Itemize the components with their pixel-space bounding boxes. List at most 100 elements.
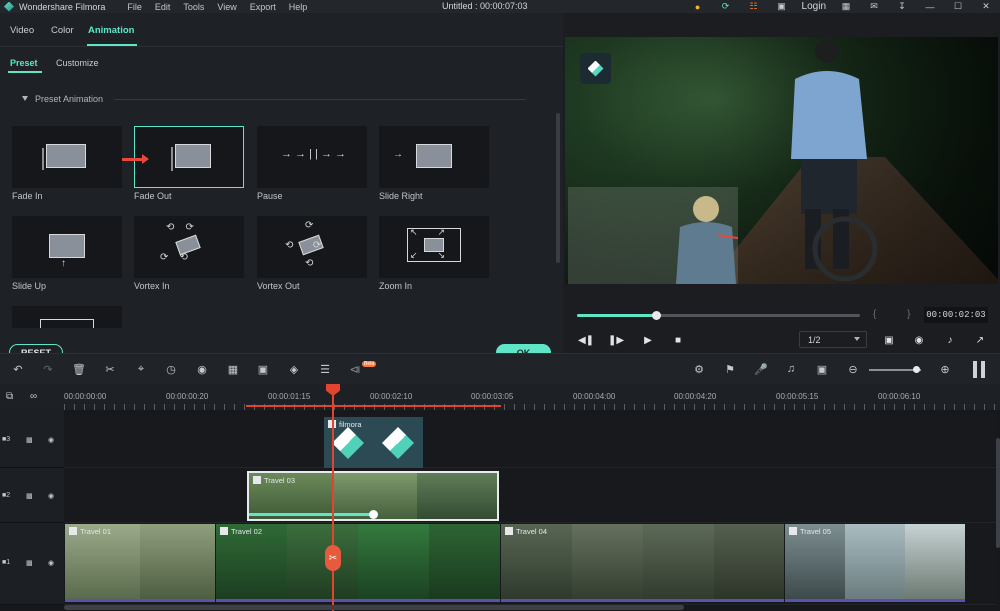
eye-icon[interactable]: ◉ <box>48 559 54 567</box>
fade-out-preview-icon <box>175 144 211 168</box>
split-scissors-icon[interactable]: ✂ <box>325 545 341 571</box>
audio-mixer-icon[interactable]: ♫ <box>784 362 798 376</box>
preset-vortex-in[interactable]: ⟲ ⟳ ⟳ ⟲ <box>134 216 244 278</box>
gift-icon[interactable]: ▣ <box>776 1 788 12</box>
stop-icon[interactable]: ■ <box>671 333 685 347</box>
download-icon[interactable]: ↧ <box>896 1 908 12</box>
preset-slide-up[interactable]: ↑ <box>12 216 122 278</box>
stabilize-icon[interactable]: ▣ <box>256 362 270 376</box>
clip-frame <box>572 524 643 599</box>
audio-ducking-icon[interactable]: ⧏ <box>348 362 362 376</box>
preset-vortex-out[interactable]: ⟳ ⟲ ⟳ ⟲ <box>257 216 367 278</box>
speed-icon[interactable]: ◷ <box>164 362 178 376</box>
adjust-icon[interactable]: ☰ <box>318 362 332 376</box>
menu-file[interactable]: File <box>127 2 142 12</box>
zoom-out-icon[interactable]: ⊖ <box>846 362 860 376</box>
crop-icon[interactable]: ⌖ <box>134 362 148 376</box>
mark-in-out-icon[interactable]: { } <box>873 309 924 320</box>
preset-zoom-in[interactable]: ↖ ↗ ↙ ↘ <box>379 216 489 278</box>
preset-section-header[interactable]: Preset Animation <box>22 94 103 104</box>
preview-video[interactable] <box>565 37 998 284</box>
clip-frame <box>358 524 429 599</box>
preset-pause[interactable]: → → | | → → <box>257 126 367 188</box>
subtab-preset[interactable]: Preset <box>10 58 38 68</box>
microphone-icon[interactable]: 🎤 <box>754 362 768 376</box>
save-icon[interactable]: ▦ <box>840 1 852 12</box>
main-clip-travel-02[interactable]: Travel 02 <box>216 524 500 602</box>
pause-preview-icon: → → | | → → <box>281 148 346 160</box>
volume-icon[interactable]: ♪ <box>943 333 957 347</box>
login-button[interactable]: Login <box>802 1 826 12</box>
eye-icon[interactable]: ◉ <box>48 492 54 500</box>
menu-edit[interactable]: Edit <box>155 2 171 12</box>
preset-scrollbar[interactable] <box>556 113 560 263</box>
step-back-icon[interactable]: ◀❚ <box>578 333 594 347</box>
lock-icon[interactable]: ▩ <box>26 436 33 444</box>
main-clip-travel-05[interactable]: Travel 05 <box>785 524 965 602</box>
step-forward-icon[interactable]: ❚▶ <box>608 333 624 347</box>
keyframe-handle[interactable] <box>369 510 378 519</box>
minimize-icon[interactable]: — <box>924 2 936 12</box>
main-clip-travel-04[interactable]: Travel 04 <box>501 524 784 602</box>
vortex-out-arrow-icon: ⟳ <box>305 220 314 231</box>
preset-fade-out[interactable] <box>134 126 244 188</box>
lock-icon[interactable]: ▩ <box>26 559 33 567</box>
cut-icon[interactable]: ✂ <box>103 362 117 376</box>
menu-view[interactable]: View <box>217 2 236 12</box>
mail-icon[interactable]: ✉ <box>868 1 880 12</box>
tab-color[interactable]: Color <box>51 25 74 36</box>
timeline-pause-icon[interactable] <box>973 361 985 378</box>
render-preview-icon[interactable]: ▣ <box>882 333 896 347</box>
snapshot-icon[interactable]: ◉ <box>912 333 926 347</box>
fade-out-overlay-clip[interactable] <box>568 187 784 284</box>
eye-icon[interactable]: ◉ <box>48 436 54 444</box>
menu-export[interactable]: Export <box>250 2 276 12</box>
clip-frame <box>287 524 358 599</box>
color-icon[interactable]: ◉ <box>195 362 209 376</box>
track-3-icon: ■3 <box>2 436 11 443</box>
zoom-in-icon[interactable]: ⊕ <box>938 362 952 376</box>
lightbulb-icon[interactable]: ● <box>692 2 704 12</box>
menu-tools[interactable]: Tools <box>183 2 204 12</box>
fullscreen-icon[interactable]: ↗ <box>973 333 987 347</box>
redo-icon[interactable]: ↷ <box>41 362 55 376</box>
close-icon[interactable]: ✕ <box>980 1 992 12</box>
refresh-icon[interactable]: ⟳ <box>720 1 732 12</box>
preset-more[interactable] <box>12 306 122 328</box>
add-track-icon[interactable]: ⧉ <box>6 391 13 402</box>
slide-up-arrow-icon: ↑ <box>61 258 66 269</box>
clip-frame <box>905 524 965 599</box>
animation-range-bar[interactable] <box>249 513 375 516</box>
subtab-customize[interactable]: Customize <box>56 58 99 68</box>
preset-fade-in[interactable] <box>12 126 122 188</box>
link-icon[interactable]: ∞ <box>30 391 37 402</box>
playhead-line[interactable] <box>332 386 334 611</box>
seek-handle[interactable] <box>652 311 661 320</box>
delete-icon[interactable]: 🗑 <box>72 362 86 376</box>
play-icon[interactable]: ▶ <box>641 333 655 347</box>
undo-icon[interactable]: ↶ <box>11 362 25 376</box>
timeline-zoom-handle[interactable] <box>913 366 920 373</box>
preset-slide-right[interactable]: → <box>379 126 489 188</box>
vortex-in-arrows-icon-2: ⟳ ⟲ <box>160 252 188 263</box>
track-2 <box>64 468 996 523</box>
tab-video[interactable]: Video <box>10 25 34 36</box>
tab-animation[interactable]: Animation <box>88 25 134 36</box>
marker-icon[interactable]: ⚑ <box>723 362 737 376</box>
playback-quality-select[interactable]: 1/2 <box>799 331 867 348</box>
snapshot-frame-icon[interactable]: ▣ <box>815 362 829 376</box>
lock-icon[interactable]: ▩ <box>26 492 33 500</box>
timeline-vertical-scrollbar[interactable] <box>996 438 1000 548</box>
timeline-horizontal-scrollbar[interactable] <box>64 605 684 610</box>
render-icon[interactable]: ⚙ <box>692 362 706 376</box>
cart-icon[interactable]: ☷ <box>748 1 760 12</box>
maximize-icon[interactable]: ☐ <box>952 1 964 12</box>
work-area-range[interactable] <box>246 405 501 407</box>
main-clip-travel-01[interactable]: Travel 01 <box>65 524 215 602</box>
clip-name: Travel 03 <box>264 476 295 485</box>
overlay-clip-filmora[interactable]: filmora <box>324 417 423 468</box>
green-screen-icon[interactable]: ▦ <box>226 362 240 376</box>
pip-clip-travel-03[interactable]: Travel 03 <box>247 471 499 521</box>
keyframe-icon[interactable]: ◈ <box>287 362 301 376</box>
menu-help[interactable]: Help <box>289 2 308 12</box>
